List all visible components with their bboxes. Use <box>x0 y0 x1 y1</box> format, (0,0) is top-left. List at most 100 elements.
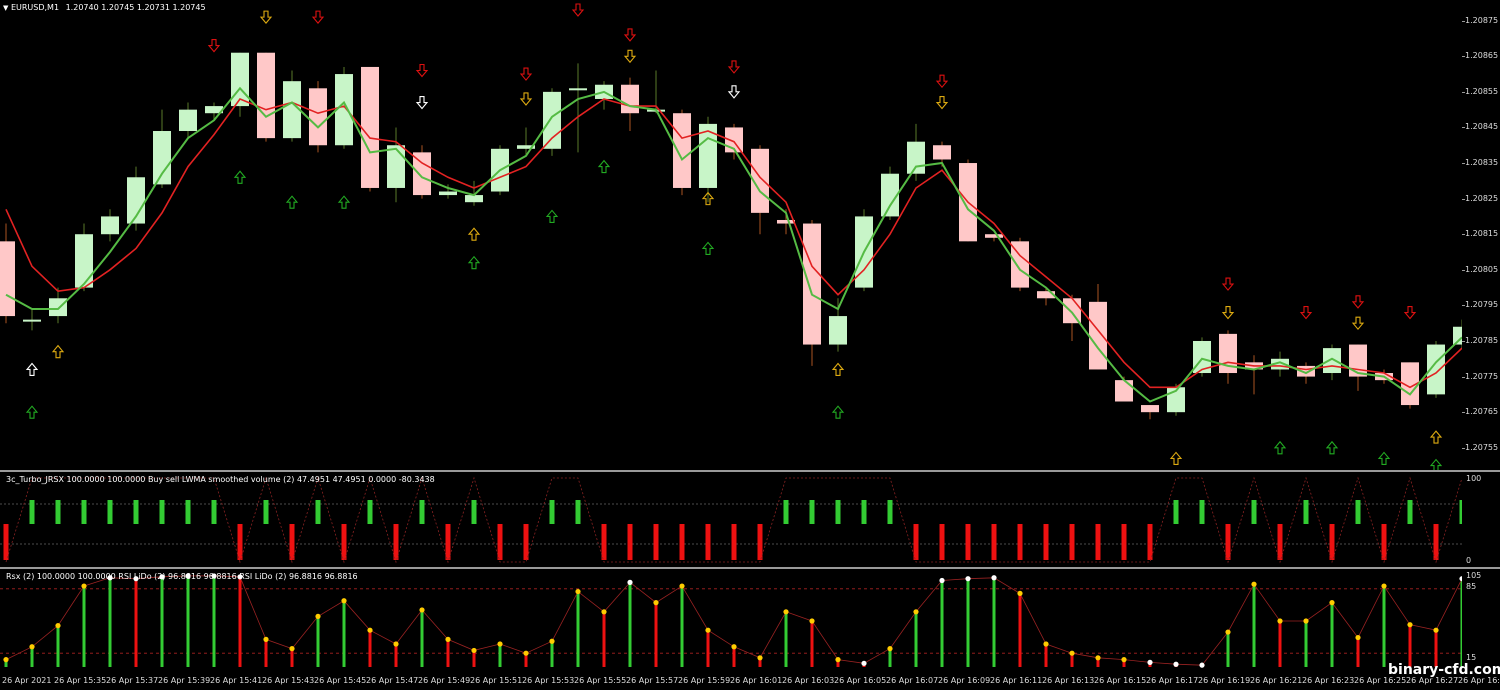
turbo-axis[interactable]: 100 0 <box>1462 472 1500 567</box>
turbo-bar-up <box>575 500 581 524</box>
turbo-bar-up <box>1407 500 1413 524</box>
price-axis-label: 1.20805 <box>1465 264 1499 274</box>
symbol-dropdown-icon[interactable]: ▼ <box>3 4 8 12</box>
candle-bear <box>361 66 379 188</box>
price-chart-pane[interactable]: ▼ EURUSD,M1 1.20740 1.20745 1.20731 1.20… <box>0 0 1462 470</box>
buy-arrow-icon <box>51 344 65 359</box>
time-axis-label: 26 Apr 15:45 <box>314 676 367 685</box>
buy-arrow-icon <box>1325 440 1339 455</box>
turbo-bar-up <box>263 500 269 524</box>
price-axis[interactable]: 1.20875 1.20865 1.20855 1.20845 1.20835 1.208… <box>1462 0 1500 470</box>
turbo-bar-up <box>81 500 87 524</box>
turbo-bar-up <box>1355 500 1361 524</box>
sell-arrow-icon <box>1299 305 1313 320</box>
price-axis-label: 1.20825 <box>1465 193 1499 203</box>
buy-arrow-icon <box>701 241 715 256</box>
rsx-dot <box>939 577 945 584</box>
time-axis[interactable]: 26 Apr 2021 26 Apr 15:35 26 Apr 15:37 26 Ap… <box>0 673 1500 690</box>
candle-bear <box>621 84 639 114</box>
rsx-dot <box>289 646 295 652</box>
rsx-dot <box>471 647 477 654</box>
turbo-bar-up <box>549 500 555 524</box>
rsx-dot <box>341 598 347 604</box>
rsx-axis[interactable]: 105 85 15 <box>1462 569 1500 673</box>
turbo-bar-down <box>601 524 607 560</box>
candle-bull <box>101 216 119 235</box>
sell-arrow-icon <box>1351 316 1365 331</box>
rsx-dot <box>679 583 685 589</box>
rsx-dot <box>1303 618 1309 624</box>
turbo-bar-down <box>1433 524 1439 560</box>
candle-bull <box>543 91 561 149</box>
price-axis-label: 1.20785 <box>1465 335 1499 345</box>
turbo-bar-up <box>471 500 477 524</box>
turbo-bar-down <box>341 524 347 560</box>
turbo-bar-down <box>237 524 243 560</box>
rsx-dot <box>705 627 711 633</box>
time-axis-label: 26 Apr 16:05 <box>834 676 887 685</box>
rsx-indicator-pane[interactable]: Rsx (2) 100.0000 100.0000 RSI LiDo (2) 9… <box>0 569 1462 673</box>
rsx-dot <box>367 627 373 633</box>
buy-arrow-icon <box>467 227 481 241</box>
time-axis-label: 26 Apr 15:47 <box>366 676 419 685</box>
price-axis-label: 1.20795 <box>1465 300 1499 310</box>
time-axis-label: 26 Apr 16:01 <box>730 676 783 685</box>
rsx-dot <box>887 646 893 652</box>
turbo-bar-down <box>939 524 945 560</box>
time-axis-label: 26 Apr 16:13 <box>1042 676 1095 685</box>
turbo-indicator-caption: 3c_Turbo_JRSX 100.0000 100.0000 Buy sell… <box>6 475 435 484</box>
rsx-dot <box>497 641 503 647</box>
rsx-dot <box>315 613 321 619</box>
candle-bull <box>75 234 93 288</box>
turbo-bar-up <box>1251 500 1257 524</box>
price-axis-label: 1.20855 <box>1465 86 1499 96</box>
rsx-dot <box>3 657 9 663</box>
sell-arrow-icon <box>519 92 533 106</box>
turbo-bar-up <box>55 500 61 524</box>
price-axis-tick <box>1462 340 1465 342</box>
sell-arrow-icon <box>415 63 429 78</box>
sell-arrow-icon <box>727 85 741 99</box>
turbo-bar-down <box>523 524 529 560</box>
candle-bull <box>569 88 587 91</box>
rsx-dot <box>1381 583 1387 589</box>
rsx-dot <box>1433 627 1439 633</box>
candle-bear <box>1115 380 1133 402</box>
price-chart-svg <box>0 3 1462 470</box>
turbo-bar-up <box>1173 500 1179 524</box>
rsx-indicator-caption: Rsx (2) 100.0000 100.0000 RSI LiDo (2) 9… <box>6 572 358 581</box>
candle-bear <box>1349 344 1367 377</box>
buy-arrow-icon <box>233 170 247 184</box>
turbo-bar-up <box>29 500 35 524</box>
rsx-dot <box>1225 629 1231 635</box>
price-axis-tick <box>1462 163 1465 165</box>
candle-bear <box>309 88 327 146</box>
turbo-indicator-svg <box>0 476 1462 564</box>
price-axis-label: 1.20865 <box>1465 51 1499 61</box>
turbo-bar-down <box>1017 524 1023 560</box>
turbo-axis-top: 100 <box>1466 474 1482 483</box>
turbo-bar-down <box>991 524 997 560</box>
time-axis-label: 26 Apr 16:19 <box>1198 676 1251 685</box>
rsx-dot <box>783 609 789 615</box>
turbo-indicator-pane[interactable]: 3c_Turbo_JRSX 100.0000 100.0000 Buy sell… <box>0 472 1462 567</box>
turbo-bar-up <box>133 500 139 524</box>
price-axis-label: 1.20815 <box>1465 229 1499 239</box>
turbo-bar-down <box>3 524 9 560</box>
price-axis-tick <box>1462 305 1465 307</box>
price-axis-label: 1.20775 <box>1465 371 1499 381</box>
candle-bear <box>985 234 1003 238</box>
turbo-bar-down <box>1277 524 1283 560</box>
price-axis-label: 1.20755 <box>1465 442 1499 452</box>
turbo-bar-down <box>679 524 685 560</box>
candle-bull <box>1323 348 1341 374</box>
buy-arrow-icon <box>1169 451 1183 465</box>
time-axis-label: 26 Apr 15:49 <box>418 676 471 685</box>
buy-arrow-icon <box>285 195 299 209</box>
time-axis-label: 26 Apr 16:15 <box>1094 676 1147 685</box>
price-axis-tick <box>1462 198 1465 200</box>
rsx-dot <box>965 576 971 582</box>
turbo-bar-down <box>1225 524 1231 560</box>
time-axis-label: 26 Apr 15:37 <box>106 676 159 685</box>
time-axis-label: 26 Apr 16:21 <box>1250 676 1303 685</box>
